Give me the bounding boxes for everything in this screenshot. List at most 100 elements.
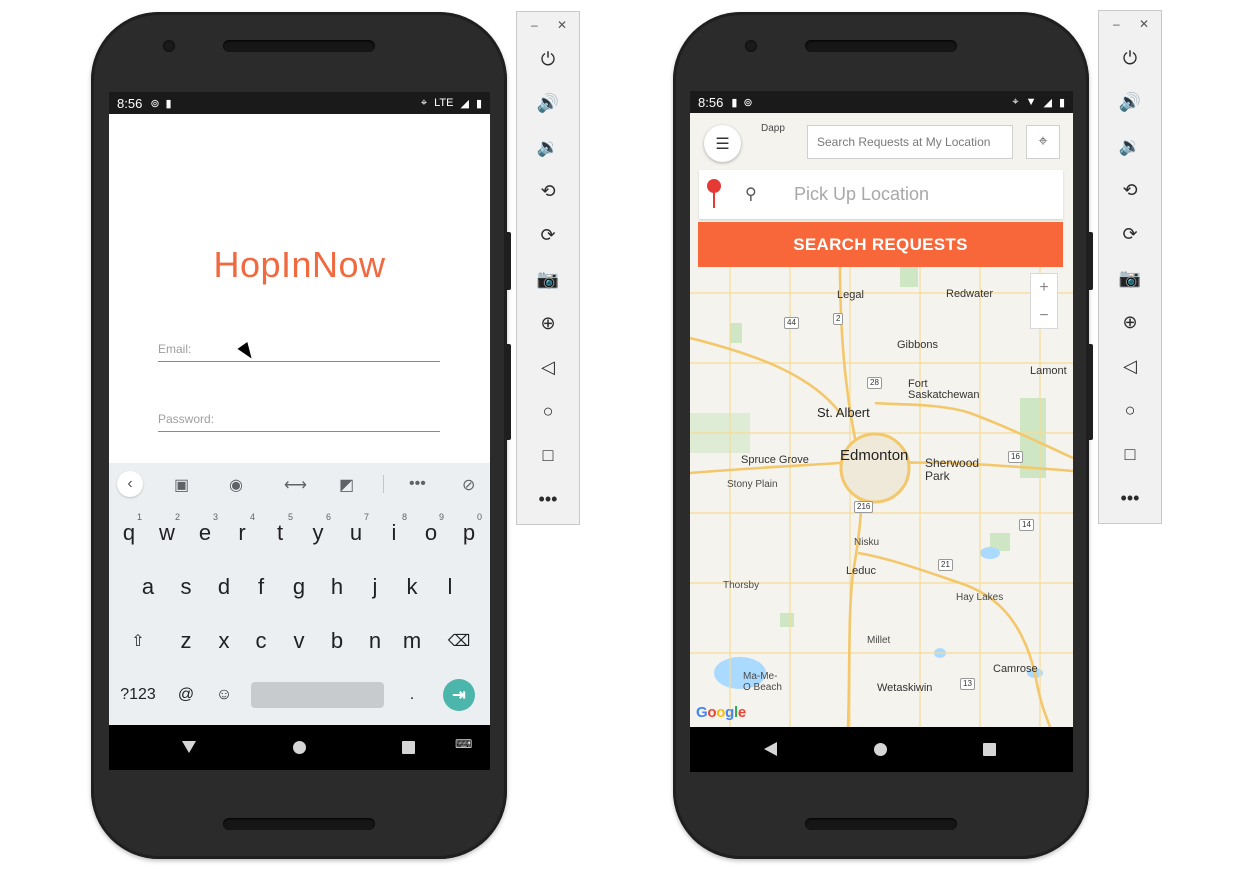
google-attribution: Google [696, 704, 746, 721]
backspace-icon[interactable]: ⌫ [440, 616, 478, 666]
camera-icon[interactable]: 📷 [1115, 265, 1145, 291]
window-minimize-button[interactable]: – [1113, 17, 1120, 31]
more-icon[interactable]: ••• [533, 486, 563, 512]
key-v[interactable]: v [280, 616, 318, 666]
emoji-icon[interactable]: ☺ [205, 670, 243, 720]
key-c[interactable]: c [242, 616, 280, 666]
space-key[interactable] [251, 682, 384, 708]
theme-palette-icon[interactable]: ◉ [229, 475, 243, 495]
key-i[interactable]: i8 [375, 508, 413, 558]
search-requests-location-input[interactable]: Search Requests at My Location [807, 125, 1013, 159]
key-r[interactable]: r4 [223, 508, 261, 558]
home-icon[interactable]: ○ [533, 398, 563, 424]
back-icon[interactable]: ◁ [1115, 353, 1145, 379]
zoom-in-icon[interactable]: + [1031, 274, 1057, 302]
key-o[interactable]: o9 [412, 508, 450, 558]
rotate-left-icon[interactable]: ⟲ [533, 178, 563, 204]
key-l[interactable]: l [431, 562, 469, 612]
pickup-location-input[interactable]: Pick Up Location [794, 184, 929, 205]
next-field-icon[interactable]: ⇥ [443, 679, 475, 711]
highway-28-sign: 28 [867, 377, 882, 389]
key-at[interactable]: @ [167, 670, 205, 720]
rotate-right-icon[interactable]: ⟳ [1115, 221, 1145, 247]
keyboard-back-icon[interactable]: ‹ [117, 471, 143, 497]
text-cursor-icon[interactable]: ⟷ [284, 475, 307, 495]
pickup-location-bar[interactable]: ⚲ Pick Up Location [699, 170, 1063, 219]
key-t[interactable]: t5 [261, 508, 299, 558]
search-requests-button[interactable]: SEARCH REQUESTS [698, 222, 1063, 267]
one-hand-icon[interactable]: ◩ [339, 475, 354, 495]
home-icon[interactable]: ○ [1115, 397, 1145, 423]
highway-13-sign: 13 [960, 678, 975, 690]
overview-icon[interactable]: □ [533, 442, 563, 468]
map-label-wetaskiwin: Wetaskiwin [877, 682, 933, 694]
key-e[interactable]: e3 [186, 508, 224, 558]
volume-down-icon[interactable]: 🔉 [533, 134, 563, 160]
more-options-icon[interactable]: ••• [409, 475, 426, 493]
password-input[interactable] [158, 408, 440, 430]
nav-home-icon[interactable] [293, 741, 306, 754]
translate-icon[interactable]: ▣ [174, 475, 189, 495]
my-location-icon[interactable]: ⌖ [1026, 125, 1060, 159]
volume-up-icon[interactable]: 🔊 [1115, 89, 1145, 115]
key-a[interactable]: a [129, 562, 167, 612]
email-input[interactable] [158, 338, 440, 360]
password-field[interactable] [158, 408, 440, 432]
window-minimize-button[interactable]: – [531, 18, 538, 32]
volume-down-icon[interactable]: 🔉 [1115, 133, 1145, 159]
keyboard-row-4: ?123 @ ☺ . ⇥ [109, 670, 490, 720]
key-s[interactable]: s [167, 562, 205, 612]
back-icon[interactable]: ◁ [533, 354, 563, 380]
key-d[interactable]: d [205, 562, 243, 612]
key-q[interactable]: q1 [110, 508, 148, 558]
camera-icon[interactable]: 📷 [533, 266, 563, 292]
volume-side-button[interactable] [1089, 344, 1093, 440]
key-b[interactable]: b [318, 616, 356, 666]
emulator-toolbar-right: – ✕ ⏻ 🔊 🔉 ⟲ ⟳ 📷 ⊕ ◁ ○ □ ••• [1098, 10, 1162, 524]
key-u[interactable]: u7 [337, 508, 375, 558]
map-label-spruce-grove: Spruce Grove [741, 454, 809, 466]
email-field[interactable] [158, 338, 440, 362]
rotate-left-icon[interactable]: ⟲ [1115, 177, 1145, 203]
more-icon[interactable]: ••• [1115, 485, 1145, 511]
nav-home-icon[interactable] [874, 743, 887, 756]
nav-back-icon[interactable] [182, 741, 196, 753]
key-period[interactable]: . [393, 670, 431, 720]
power-side-button[interactable] [507, 232, 511, 290]
overview-icon[interactable]: □ [1115, 441, 1145, 467]
app-title: HopInNow [213, 244, 386, 285]
rotate-right-icon[interactable]: ⟳ [533, 222, 563, 248]
key-k[interactable]: k [393, 562, 431, 612]
key-n[interactable]: n [356, 616, 394, 666]
zoom-icon[interactable]: ⊕ [1115, 309, 1145, 335]
power-icon[interactable]: ⏻ [1115, 45, 1145, 71]
window-close-button[interactable]: ✕ [1139, 17, 1149, 31]
volume-up-icon[interactable]: 🔊 [533, 90, 563, 116]
hamburger-menu-icon[interactable]: ☰ [704, 125, 741, 162]
key-h[interactable]: h [318, 562, 356, 612]
key-z[interactable]: z [167, 616, 205, 666]
keyboard-switch-icon[interactable]: ⌨ [455, 737, 472, 751]
zoom-icon[interactable]: ⊕ [533, 310, 563, 336]
symbols-key[interactable]: ?123 [119, 670, 157, 720]
power-side-button[interactable] [1089, 232, 1093, 290]
key-w[interactable]: w2 [148, 508, 186, 558]
key-m[interactable]: m [393, 616, 431, 666]
key-j[interactable]: j [356, 562, 394, 612]
power-icon[interactable]: ⏻ [533, 46, 563, 72]
nav-recents-icon[interactable] [402, 741, 415, 754]
key-f[interactable]: f [242, 562, 280, 612]
mic-off-icon[interactable]: ⊘ [462, 475, 475, 495]
nav-bar: ⌨ [109, 725, 490, 770]
nav-back-icon[interactable] [764, 742, 777, 756]
key-x[interactable]: x [205, 616, 243, 666]
key-p[interactable]: p0 [450, 508, 488, 558]
shift-icon[interactable]: ⇧ [119, 616, 157, 666]
map-view[interactable]: Dapp Legal Redwater Gibbons Lamont Fort … [690, 113, 1073, 727]
key-g[interactable]: g [280, 562, 318, 612]
zoom-out-icon[interactable]: − [1031, 302, 1057, 330]
nav-recents-icon[interactable] [983, 743, 996, 756]
key-y[interactable]: y6 [299, 508, 337, 558]
volume-side-button[interactable] [507, 344, 511, 440]
window-close-button[interactable]: ✕ [557, 18, 567, 32]
